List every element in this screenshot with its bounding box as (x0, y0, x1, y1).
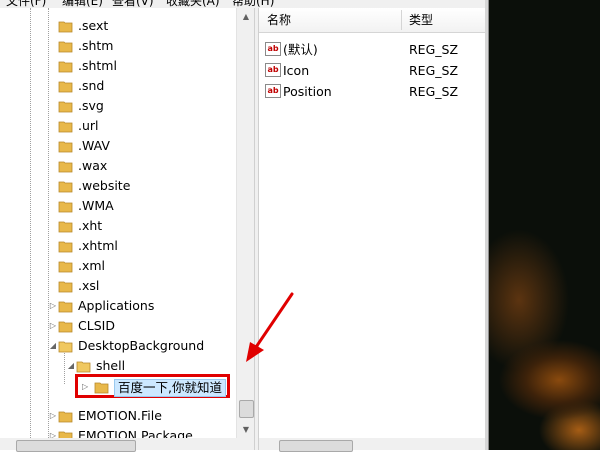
folder-icon (58, 101, 73, 113)
tree-horizontal-scrollbar[interactable] (0, 438, 254, 452)
triangle-down-icon[interactable]: ◢ (48, 336, 58, 356)
folder-icon (58, 411, 73, 423)
tree-item-label: CLSID (78, 318, 115, 333)
scroll-thumb[interactable] (16, 440, 136, 452)
folder-open-icon (58, 341, 73, 353)
folder-icon (58, 321, 73, 333)
tree-item-label: .wax (78, 158, 108, 173)
tree-item-label: .snd (78, 78, 105, 93)
menu-help[interactable]: 帮助(H) (232, 0, 274, 8)
tree-item-label: .WMA (78, 198, 114, 213)
value-name: Icon (283, 63, 310, 78)
value-row[interactable]: ab Position REG_SZ (259, 81, 485, 102)
tree-item-label: .xml (78, 258, 106, 273)
scroll-thumb[interactable] (239, 400, 254, 418)
folder-open-icon (76, 361, 91, 373)
values-list-header: 名称 类型 (259, 8, 485, 33)
tree-item-label: .xhtml (78, 238, 118, 253)
tree-item-label: .xht (78, 218, 103, 233)
value-row[interactable]: ab Icon REG_SZ (259, 60, 485, 81)
tree-item-label: DesktopBackground (78, 338, 205, 353)
triangle-right-icon[interactable]: ▷ (48, 406, 58, 426)
value-name: (默认) (283, 42, 318, 57)
scroll-thumb[interactable] (279, 440, 353, 452)
tree-guide-line (30, 8, 31, 438)
tree-item-label: shell (96, 358, 126, 373)
folder-icon (58, 141, 73, 153)
column-header-type[interactable]: 类型 (409, 8, 433, 32)
folder-icon (58, 41, 73, 53)
tree-item-label: EMOTION.File (78, 408, 162, 423)
folder-icon (58, 121, 73, 133)
column-header-name[interactable]: 名称 (267, 8, 291, 32)
value-row[interactable]: ab (默认) REG_SZ (259, 39, 485, 60)
folder-icon (58, 61, 73, 73)
menu-edit[interactable]: 编辑(E) (62, 0, 103, 8)
folder-icon (58, 301, 73, 313)
folder-icon (58, 21, 73, 33)
folder-icon (58, 281, 73, 293)
column-separator[interactable] (401, 10, 402, 30)
menu-favorites[interactable]: 收藏夹(A) (166, 0, 220, 8)
value-type: REG_SZ (409, 63, 459, 78)
tree-item-label: .xsl (78, 278, 100, 293)
folder-icon (94, 382, 109, 394)
registry-values-list[interactable]: 名称 类型 ab (默认) REG_SZ ab Icon REG_SZ ab P… (259, 8, 485, 450)
triangle-down-icon[interactable]: ◢ (66, 356, 76, 376)
triangle-right-icon[interactable]: ▷ (48, 316, 58, 336)
tree-item-label: .url (78, 118, 99, 133)
tree-item-label: .website (78, 178, 131, 193)
reg-string-value-icon: ab (265, 84, 281, 98)
tree-item-label: .svg (78, 98, 104, 113)
triangle-right-icon[interactable]: ▷ (48, 296, 58, 316)
tree-item-label: .shtml (78, 58, 117, 73)
menu-bar: 文件(F) 编辑(E) 查看(V) 收藏夹(A) 帮助(H) (0, 0, 488, 8)
folder-icon (58, 161, 73, 173)
values-horizontal-scrollbar[interactable] (259, 438, 485, 452)
scroll-up-arrow-icon[interactable]: ▲ (237, 8, 255, 25)
tree-item-selected[interactable]: ▷ 百度一下,你就知道 (75, 374, 230, 398)
tree-guide-line (48, 8, 49, 438)
value-type: REG_SZ (409, 84, 459, 99)
value-name: Position (283, 84, 332, 99)
folder-icon (58, 181, 73, 193)
folder-icon (58, 201, 73, 213)
folder-icon (58, 221, 73, 233)
tree-item-label: Applications (78, 298, 155, 313)
folder-icon (58, 261, 73, 273)
menu-file[interactable]: 文件(F) (6, 0, 46, 8)
value-type: REG_SZ (409, 42, 459, 57)
reg-string-value-icon: ab (265, 63, 281, 77)
reg-string-value-icon: ab (265, 42, 281, 56)
desktop-background (489, 0, 600, 450)
scroll-down-arrow-icon[interactable]: ▼ (237, 421, 255, 438)
folder-icon (58, 81, 73, 93)
tree-item-label: .sext (78, 18, 109, 33)
tree-item-label: .WAV (78, 138, 110, 153)
menu-view[interactable]: 查看(V) (112, 0, 154, 8)
tree-vertical-scrollbar[interactable]: ▲ ▼ (236, 8, 255, 438)
tree-item-selected-label: 百度一下,你就知道 (114, 379, 226, 397)
triangle-right-icon[interactable]: ▷ (82, 379, 88, 395)
folder-icon (58, 241, 73, 253)
tree-item-label: .shtm (78, 38, 114, 53)
